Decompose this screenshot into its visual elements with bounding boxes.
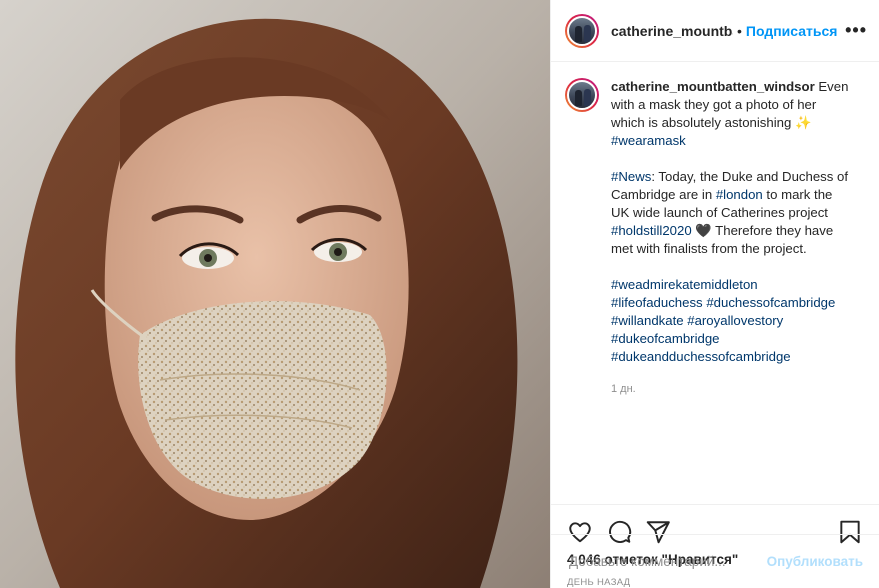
caption-timestamp[interactable]: 1 дн. [611, 380, 849, 398]
comment-input[interactable] [567, 553, 767, 570]
post-header: catherine_mountba • Подписаться ••• [551, 0, 879, 62]
caption-block: catherine_mountbatten_windsor Even with … [551, 62, 879, 504]
publish-button[interactable]: Опубликовать [767, 554, 863, 569]
caption-paragraph-2: #News: Today, the Duke and Duchess of Ca… [611, 168, 849, 258]
caption-username[interactable]: catherine_mountbatten_windsor [611, 79, 815, 94]
caption-paragraph-1: catherine_mountbatten_windsor Even with … [611, 78, 849, 150]
caption-avatar[interactable] [565, 78, 599, 112]
black-heart-emoji: 🖤 [695, 223, 712, 238]
header-username[interactable]: catherine_mountba [611, 23, 733, 39]
hashtag-link[interactable]: #lifeofaduchess [611, 295, 703, 310]
avatar-image [567, 15, 597, 46]
instagram-post: catherine_mountba • Подписаться ••• cath… [0, 0, 879, 588]
post-sidebar: catherine_mountba • Подписаться ••• cath… [550, 0, 879, 588]
avatar[interactable] [565, 13, 599, 48]
hashtag-link[interactable]: #weadmirekatemiddleton [611, 277, 758, 292]
hashtag-link[interactable]: #dukeandduchessofcambridge [611, 349, 791, 364]
follow-button[interactable]: Подписаться [746, 23, 838, 39]
hashtag-link[interactable]: #wearamask [611, 133, 686, 148]
hashtag-link[interactable]: #aroyallovestory [687, 313, 783, 328]
caption-hashtags: #weadmirekatemiddleton #lifeofaduchess #… [611, 276, 849, 366]
post-photo[interactable] [0, 0, 550, 588]
hashtag-link[interactable]: #duchessofcambridge [706, 295, 835, 310]
comment-box: Опубликовать [551, 534, 879, 588]
avatar-image [567, 80, 597, 110]
more-options-icon[interactable]: ••• [845, 20, 867, 41]
header-separator: • [737, 22, 742, 39]
caption-text: catherine_mountbatten_windsor Even with … [611, 78, 849, 504]
hashtag-link[interactable]: #dukeofcambridge [611, 331, 720, 346]
post-photo-image [0, 0, 550, 588]
hashtag-link[interactable]: #london [716, 187, 763, 202]
sparkle-emoji: ✨ [795, 115, 812, 130]
hashtag-link[interactable]: #willandkate [611, 313, 684, 328]
hashtag-link[interactable]: #News [611, 169, 651, 184]
hashtag-link[interactable]: #holdstill2020 [611, 223, 692, 238]
